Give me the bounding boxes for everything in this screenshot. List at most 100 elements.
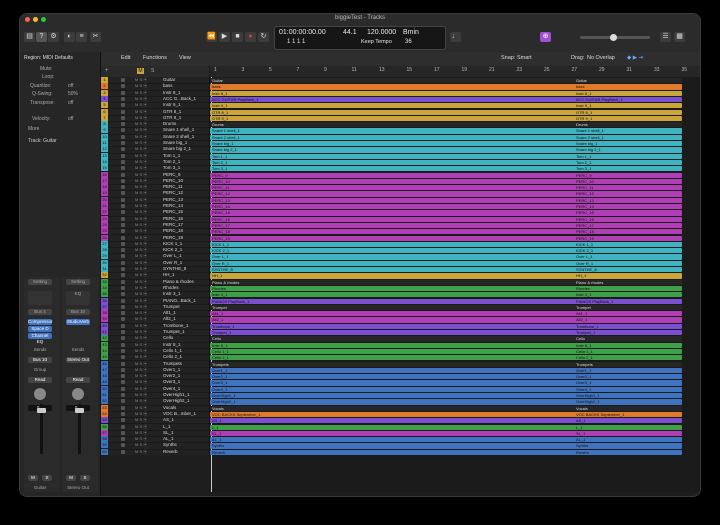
midi-region[interactable]: PERC_11 PERC_11 [210, 185, 682, 191]
setting-button[interactable]: Setting [28, 279, 52, 285]
track-name[interactable]: Cello 1_1 [163, 348, 182, 354]
track-name[interactable]: Reverb [163, 449, 178, 455]
mute-solo-buttons[interactable]: M S ⦿ [135, 335, 147, 341]
mute-solo-buttons[interactable]: M S ⦿ [135, 379, 147, 385]
region-header[interactable]: Region: MIDI Defaults [24, 55, 96, 62]
track-name[interactable]: bass [163, 83, 173, 89]
mute-solo-buttons[interactable]: M S ⦿ [135, 442, 147, 448]
midi-region[interactable]: GTR 8_1 GTR 8_1 [210, 109, 682, 115]
track-name[interactable]: Over L_1 [163, 253, 182, 259]
mute-button-right[interactable]: M [66, 475, 76, 481]
mute-solo-buttons[interactable]: M S ⦿ [135, 348, 147, 354]
pan-knob[interactable] [34, 388, 46, 400]
mute-solo-buttons[interactable]: M S ⦿ [135, 417, 147, 423]
mute-solo-buttons[interactable]: M S ⦿ [135, 354, 147, 360]
snap-select[interactable]: Smart [517, 55, 532, 61]
plugin-space-d[interactable]: Space D [28, 326, 52, 332]
plugin-compressor[interactable]: Compressor [28, 319, 53, 325]
quantize-value[interactable]: off [68, 83, 96, 90]
mute-solo-buttons[interactable]: M S ⦿ [135, 279, 147, 285]
add-track-icon[interactable]: + [105, 68, 109, 74]
help-button[interactable]: ? [36, 32, 47, 42]
velocity-value[interactable]: off [68, 116, 96, 123]
track-name[interactable]: Instr 3_1 [163, 291, 181, 297]
midi-region[interactable]: Snare big 2_1 Snare big 2_1 [210, 147, 682, 153]
input-slot[interactable]: Bus 4 [28, 309, 52, 315]
track-name[interactable]: Alt1_1 [163, 310, 176, 316]
mute-solo-buttons[interactable]: M S ⦿ [135, 386, 147, 392]
track-name[interactable]: Cello 2_1 [163, 354, 182, 360]
track-name[interactable]: Tom 3_1 [163, 165, 180, 171]
midi-region[interactable]: Cello 1_1 Cello 1_1 [210, 348, 682, 355]
mute-solo-buttons[interactable]: M S ⦿ [135, 96, 147, 102]
track-name[interactable]: PERC_18 [163, 228, 183, 234]
mute-solo-buttons[interactable]: M S ⦿ [135, 127, 147, 133]
track-name[interactable]: ACC G...Back_1 [163, 96, 196, 102]
track-name[interactable]: PERC_14 [163, 203, 183, 209]
plugin-studioverb[interactable]: StudioVerb [66, 319, 90, 325]
midi-region[interactable]: Tom 3_1 Tom 3_1 [210, 166, 682, 172]
track-name[interactable]: Tom 1_1 [163, 153, 180, 159]
track-name[interactable]: Drums [163, 121, 176, 127]
mute-solo-buttons[interactable]: M S ⦿ [135, 316, 147, 322]
mute-solo-buttons[interactable]: M S ⦿ [135, 83, 147, 89]
metronome-button[interactable]: ♩ [450, 32, 461, 42]
mute-solo-buttons[interactable]: M S ⦿ [135, 449, 147, 455]
track-name[interactable]: PERC_17 [163, 222, 183, 228]
browsers-button[interactable]: ▦ [674, 32, 685, 42]
toolbar-button[interactable]: ⚙ [48, 32, 59, 42]
count-in-button[interactable]: ⊕ [540, 32, 551, 42]
editors-button[interactable]: ✂ [90, 32, 101, 42]
track-name[interactable]: Trumpet_1 [163, 329, 185, 335]
track-name[interactable]: Instr 8_1 [163, 90, 181, 96]
mute-solo-buttons[interactable]: M S ⦿ [135, 342, 147, 348]
midi-region[interactable]: PERC_18 PERC_18 [210, 229, 682, 235]
mute-solo-buttons[interactable]: M S ⦿ [135, 367, 147, 373]
midi-region[interactable]: Instr 8_1 Instr 8_1 [210, 90, 682, 96]
track-name[interactable]: Alt2_1 [163, 316, 176, 322]
edit-menu[interactable]: Edit [121, 55, 130, 61]
mute-solo-buttons[interactable]: M S ⦿ [135, 411, 147, 417]
track-header[interactable]: Track: Guitar [28, 138, 96, 145]
mute-solo-buttons[interactable]: M S ⦿ [135, 298, 147, 304]
midi-region[interactable]: KICK 1_1 KICK 1_1 [210, 241, 682, 248]
track-name[interactable]: Over4_1 [163, 386, 180, 392]
mute-solo-buttons[interactable]: M S ⦿ [135, 216, 147, 222]
track-name[interactable]: Trombone_1 [163, 323, 188, 329]
track-name[interactable]: Snare 2 shell_1 [163, 134, 194, 140]
midi-region[interactable]: PERC_17 PERC_17 [210, 222, 682, 229]
plugin-channel-eq[interactable]: Channel EQ [28, 333, 52, 344]
track-name[interactable]: L_1 [163, 424, 171, 430]
track-name[interactable]: Trumpet [163, 304, 180, 310]
mute-solo-buttons[interactable]: M S ⦿ [135, 285, 147, 291]
rewind-button[interactable]: ⏪ [206, 32, 217, 42]
mute-solo-buttons[interactable]: M S ⦿ [135, 361, 147, 367]
track-name[interactable]: PERC_11 [163, 184, 183, 190]
track-name[interactable]: Snare 1 shell_1 [163, 127, 194, 133]
track-name[interactable]: AL_1 [163, 436, 174, 442]
midi-region[interactable]: PERC_12 PERC_12 [210, 191, 682, 197]
mute-solo-buttons[interactable]: M S ⦿ [135, 197, 147, 203]
track-name[interactable]: Snare big 2_1 [163, 146, 191, 152]
mute-solo-buttons[interactable]: M S ⦿ [135, 102, 147, 108]
track-name[interactable]: Rhodes [163, 285, 179, 291]
midi-region[interactable]: PERC_9 PERC_9 [210, 172, 682, 178]
master-volume-slider[interactable] [580, 34, 650, 41]
more-disclosure[interactable]: More [28, 126, 96, 133]
track-name[interactable]: Cello [163, 335, 173, 341]
mixer-button[interactable]: ≡ [76, 32, 87, 42]
mute-solo-buttons[interactable]: M S ⦿ [135, 291, 147, 297]
mute-solo-buttons[interactable]: M S ⦿ [135, 146, 147, 152]
folder-region[interactable]: Piano & rhodes Piano & rhodes [210, 279, 682, 285]
send-slot[interactable]: Bus 10 [28, 357, 52, 363]
midi-region[interactable]: Rhodes Rhodes [210, 285, 682, 292]
midi-region[interactable]: SL_1 SL_1 [210, 430, 682, 437]
track-name[interactable]: OverHigh1_1 [163, 392, 190, 398]
mute-solo-buttons[interactable]: M S ⦿ [135, 165, 147, 171]
track-name[interactable]: VOC B...mber_1 [163, 411, 196, 417]
folder-region[interactable]: Vocals Vocals [210, 405, 682, 411]
volume-fader-left[interactable] [37, 404, 46, 454]
midi-region[interactable]: PERC_19 PERC_19 [210, 235, 682, 241]
mute-solo-buttons[interactable]: M S ⦿ [135, 424, 147, 430]
mute-solo-buttons[interactable]: M S ⦿ [135, 222, 147, 228]
